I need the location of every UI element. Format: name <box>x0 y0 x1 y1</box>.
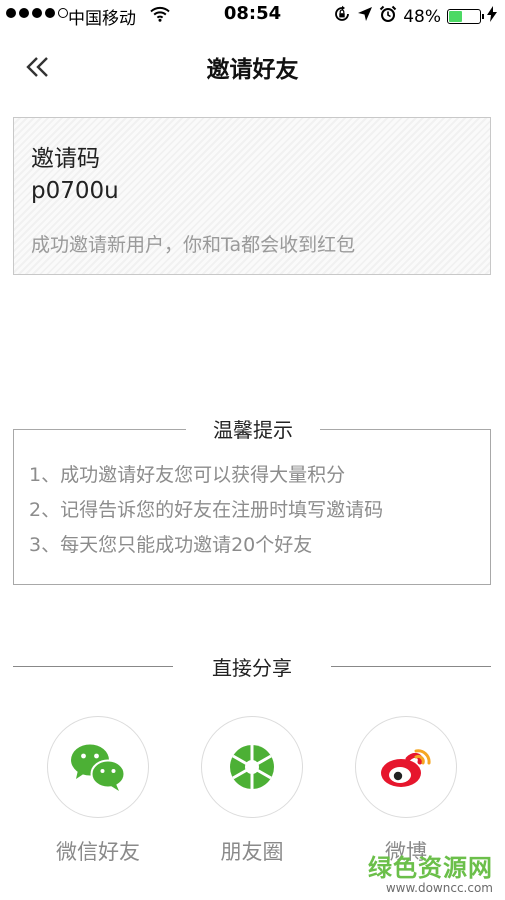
watermark-url: www.downcc.com <box>385 881 493 895</box>
invite-code-value[interactable]: p0700u <box>31 178 119 204</box>
tip-item: 3、每天您只能成功邀请20个好友 <box>29 534 313 556</box>
divider-line <box>331 666 491 667</box>
share-moments-label: 朋友圈 <box>220 840 284 864</box>
invite-friends-screen: 中国移动 08:54 48% 邀请好友 邀请码 p0700u 成功邀请新用户，你… <box>0 0 505 900</box>
tip-item: 2、记得告诉您的好友在注册时填写邀请码 <box>29 499 384 521</box>
tips-box: 温馨提示 1、成功邀请好友您可以获得大量积分 2、记得告诉您的好友在注册时填写邀… <box>13 414 491 585</box>
wechat-icon <box>71 744 126 791</box>
signal-strength-icon <box>6 8 68 18</box>
share-moments-button[interactable]: 朋友圈 <box>200 716 304 866</box>
location-arrow-icon <box>357 6 373 27</box>
share-wechat-circle[interactable] <box>47 716 149 818</box>
share-weibo-circle[interactable] <box>355 716 457 818</box>
moments-icon <box>230 745 274 789</box>
status-bar: 中国移动 08:54 48% <box>0 0 505 30</box>
back-button[interactable] <box>18 50 58 84</box>
invite-code-card: 邀请码 p0700u 成功邀请新用户，你和Ta都会收到红包 <box>13 117 491 275</box>
weibo-icon <box>381 749 431 787</box>
page-title: 邀请好友 <box>206 57 299 83</box>
share-wechat-button[interactable]: 微信好友 <box>46 716 150 866</box>
alarm-icon <box>379 5 397 28</box>
share-weibo-button[interactable]: 微博 <box>354 716 458 866</box>
invite-code-label: 邀请码 <box>31 146 100 172</box>
watermark-logo: 绿色资源网 <box>368 854 493 882</box>
share-section-header: 直接分享 <box>13 652 491 680</box>
site-watermark: 绿色资源网 www.downcc.com <box>368 848 493 895</box>
battery-icon <box>447 9 484 24</box>
share-moments-circle[interactable] <box>201 716 303 818</box>
charging-bolt-icon <box>487 6 497 27</box>
double-chevron-left-icon <box>26 57 48 77</box>
tips-list: 1、成功邀请好友您可以获得大量积分 2、记得告诉您的好友在注册时填写邀请码 3、… <box>29 458 383 563</box>
orientation-lock-icon <box>333 5 351 28</box>
wifi-icon <box>150 6 170 27</box>
share-wechat-label: 微信好友 <box>56 840 140 864</box>
tip-item: 1、成功邀请好友您可以获得大量积分 <box>29 464 346 486</box>
carrier-name: 中国移动 <box>68 9 136 29</box>
battery-percentage: 48% <box>403 6 441 27</box>
tips-title: 温馨提示 <box>186 414 320 443</box>
invite-description: 成功邀请新用户，你和Ta都会收到红包 <box>31 234 356 256</box>
navigation-bar: 邀请好友 <box>0 40 505 94</box>
